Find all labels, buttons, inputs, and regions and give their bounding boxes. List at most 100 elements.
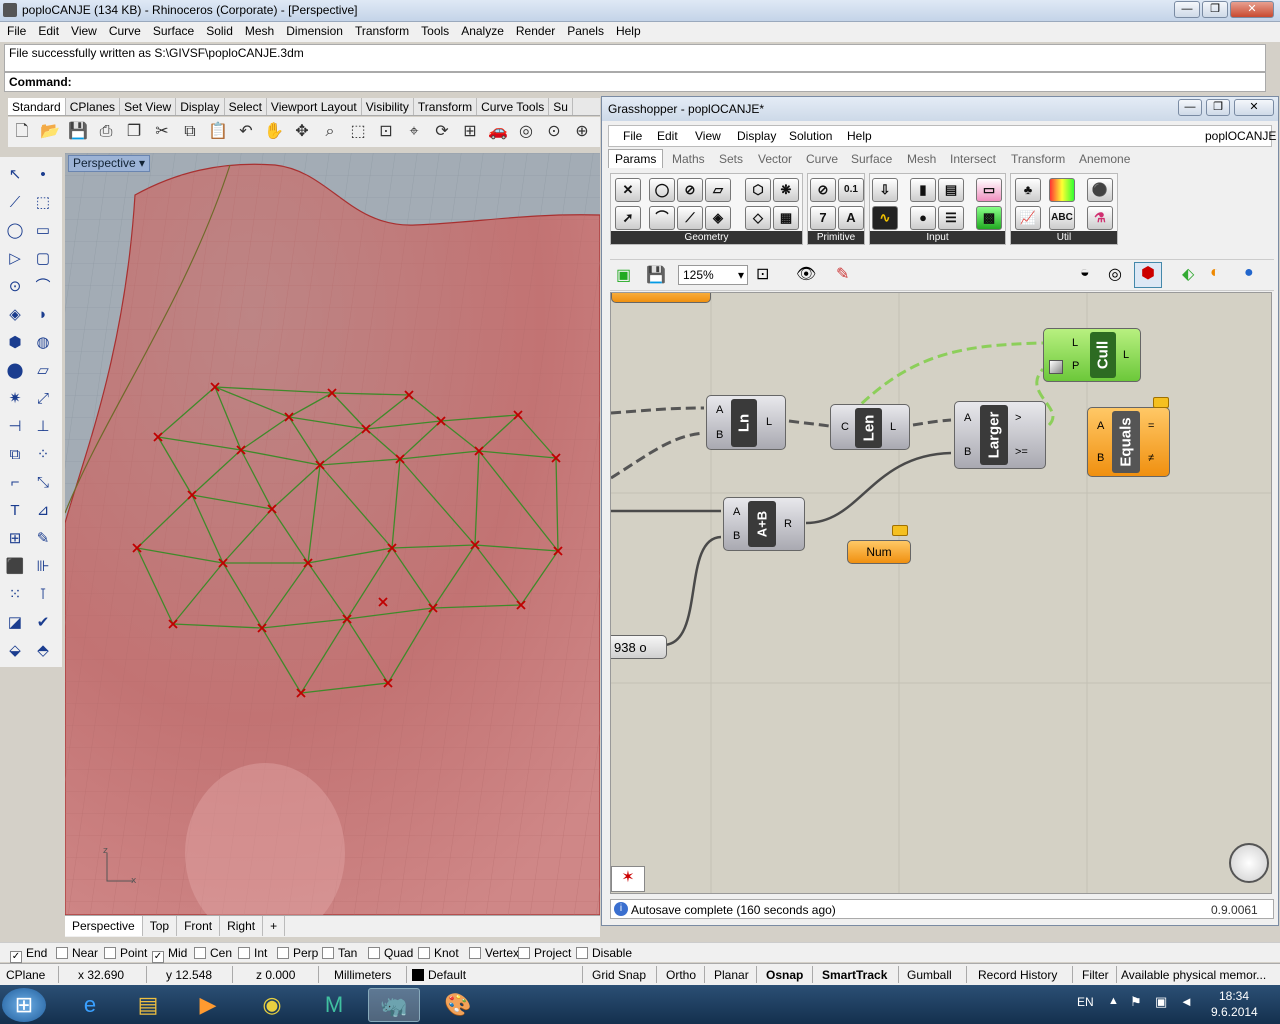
gh-util-ball-icon[interactable]: ⚫ [1087, 178, 1113, 202]
gh-param-num[interactable]: Num [847, 540, 911, 564]
tab-viewport-layout[interactable]: Viewport Layout [267, 98, 362, 115]
gh-group-label-input[interactable]: Input [870, 231, 1005, 244]
cplane-label[interactable]: CPlane [6, 968, 45, 982]
gh-tab-transform[interactable]: Transform [1011, 152, 1065, 166]
tab-cplanes[interactable]: CPlanes [66, 98, 121, 115]
viewport-tab-top[interactable]: Top [143, 916, 178, 936]
pan-icon[interactable]: ✋ [263, 121, 285, 143]
osnap-checkbox[interactable] [194, 947, 206, 959]
gh-component-equals[interactable]: A B Equals = ≠ [1087, 407, 1170, 477]
volume-icon[interactable]: ◄ [1180, 994, 1193, 1009]
tab-set-view[interactable]: Set View [120, 98, 177, 115]
osnap-checkbox[interactable] [104, 947, 116, 959]
add-viewport-button[interactable]: + [263, 916, 286, 936]
left-tool-icon[interactable]: ⬤ [5, 361, 25, 381]
viewport-canvas[interactable]: z x [65, 153, 600, 915]
tab-standard[interactable]: Standard [8, 98, 66, 115]
move-view-icon[interactable]: ✥ [291, 121, 313, 143]
gh-group-label-primitive[interactable]: Primitive [808, 231, 864, 244]
gh-util-gradient-icon[interactable] [1049, 178, 1075, 202]
left-tool-icon[interactable]: ▷ [5, 249, 25, 269]
gh-input-slider-icon[interactable]: ▭ [976, 178, 1002, 202]
gh-tab-curve[interactable]: Curve [806, 152, 838, 166]
osnap-checkbox[interactable] [322, 947, 334, 959]
left-tool-icon[interactable]: ⊥ [33, 417, 53, 437]
gh-material-icon[interactable]: ◐ [1210, 264, 1220, 282]
osnap-near[interactable]: Near [56, 946, 98, 960]
menu-render[interactable]: Render [509, 22, 560, 38]
gh-sketch-icon[interactable]: ✎ [836, 264, 849, 284]
gh-menu-edit[interactable]: Edit [657, 129, 678, 143]
maximize-button[interactable]: ❐ [1202, 1, 1228, 18]
left-tool-icon[interactable]: ⊙ [5, 277, 25, 297]
gh-display-icon[interactable]: ● [1244, 264, 1254, 282]
left-tool-icon[interactable]: ⊣ [5, 417, 25, 437]
gh-input-graph-icon[interactable]: ∿ [872, 206, 898, 230]
rotate-view-icon[interactable]: ⟳ [431, 121, 453, 143]
gh-tab-surface[interactable]: Surface [851, 152, 892, 166]
close-button[interactable]: ✕ [1230, 1, 1274, 18]
osnap-checkbox[interactable]: ✓ [10, 951, 22, 963]
left-tool-icon[interactable]: ⬘ [33, 641, 53, 661]
tab-select[interactable]: Select [225, 98, 267, 115]
menu-view[interactable]: View [64, 22, 102, 38]
language-indicator[interactable]: EN [1077, 995, 1094, 1009]
gh-preview-selected-icon[interactable]: ⬢ [1134, 262, 1162, 288]
gh-util-text-icon[interactable]: ABC [1049, 206, 1075, 230]
gh-input-list-icon[interactable]: ☰ [938, 206, 964, 230]
left-tool-icon[interactable]: ⊞ [5, 529, 25, 549]
left-tool-icon[interactable]: ⊿ [33, 501, 53, 521]
command-input[interactable]: Command: [4, 72, 1266, 92]
viewport-tab-front[interactable]: Front [177, 916, 221, 936]
clock-time[interactable]: 18:34 [1219, 989, 1249, 1003]
gh-preview-icon[interactable]: 👁 [796, 264, 816, 284]
osnap-checkbox[interactable] [469, 947, 481, 959]
left-tool-icon[interactable]: ⧉ [5, 445, 25, 465]
tab-visibility[interactable]: Visibility [362, 98, 414, 115]
left-tool-icon[interactable]: ✎ [33, 529, 53, 549]
gh-component-cull[interactable]: L P Cull L [1043, 328, 1141, 382]
gh-input-button-icon[interactable]: ● [910, 206, 936, 230]
menu-dimension[interactable]: Dimension [279, 22, 348, 38]
osnap-point[interactable]: Point [104, 946, 147, 960]
left-tool-icon[interactable]: ✔ [33, 613, 53, 633]
3ds-max-icon[interactable]: M [308, 988, 360, 1022]
tab-transform[interactable]: Transform [414, 98, 478, 115]
gh-zoom-select[interactable]: 125% ▾ [678, 265, 748, 285]
left-tool-icon[interactable]: ⬙ [5, 641, 25, 661]
perspective-viewport[interactable]: z x [65, 153, 600, 915]
clock-date[interactable]: 9.6.2014 [1211, 1005, 1258, 1019]
left-tool-icon[interactable]: ◈ [5, 305, 25, 325]
tab-display[interactable]: Display [176, 98, 225, 115]
gh-open-icon[interactable]: ▣ [616, 265, 631, 285]
gumball-toggle[interactable]: Gumball [907, 968, 952, 982]
left-tool-icon[interactable]: ▢ [33, 249, 53, 269]
viewport-tab-right[interactable]: Right [220, 916, 264, 936]
tray-expand-icon[interactable]: ▲ [1108, 995, 1119, 1007]
gh-preview-shaded-icon[interactable]: ◎ [1108, 264, 1122, 284]
osnap-checkbox[interactable] [368, 947, 380, 959]
undo-icon[interactable]: ↶ [235, 121, 257, 143]
osnap-knot[interactable]: Knot [418, 946, 459, 960]
osnap-mid[interactable]: ✓ Mid [152, 946, 187, 963]
gh-save-icon[interactable]: 💾 [646, 265, 666, 285]
left-tool-icon[interactable]: ▭ [33, 221, 53, 241]
smarttrack-toggle[interactable]: SmartTrack [822, 968, 887, 982]
left-tool-icon[interactable]: ⌒ [33, 277, 53, 297]
menu-panels[interactable]: Panels [560, 22, 609, 38]
left-tool-icon[interactable]: • [33, 165, 53, 185]
osnap-checkbox[interactable] [238, 947, 250, 959]
osnap-toggle[interactable]: Osnap [766, 968, 803, 982]
zoom-extents-icon[interactable]: ⊡ [375, 121, 397, 143]
gh-param-surface-icon[interactable]: ▱ [705, 178, 731, 202]
gh-tab-sets[interactable]: Sets [719, 152, 743, 166]
left-tool-icon[interactable]: ⟋ [5, 193, 25, 213]
osnap-end[interactable]: ✓ End [10, 946, 47, 963]
gh-param-brep-icon[interactable]: ⬡ [745, 178, 771, 202]
render-icon[interactable]: ◎ [515, 121, 537, 143]
gh-component-len[interactable]: C Len L [830, 404, 910, 450]
gh-component-larger[interactable]: A B Larger > >= [954, 401, 1046, 469]
record-history-toggle[interactable]: Record History [978, 968, 1057, 982]
tab-curve-tools[interactable]: Curve Tools [477, 98, 550, 115]
left-tool-icon[interactable]: ◯ [5, 221, 25, 241]
